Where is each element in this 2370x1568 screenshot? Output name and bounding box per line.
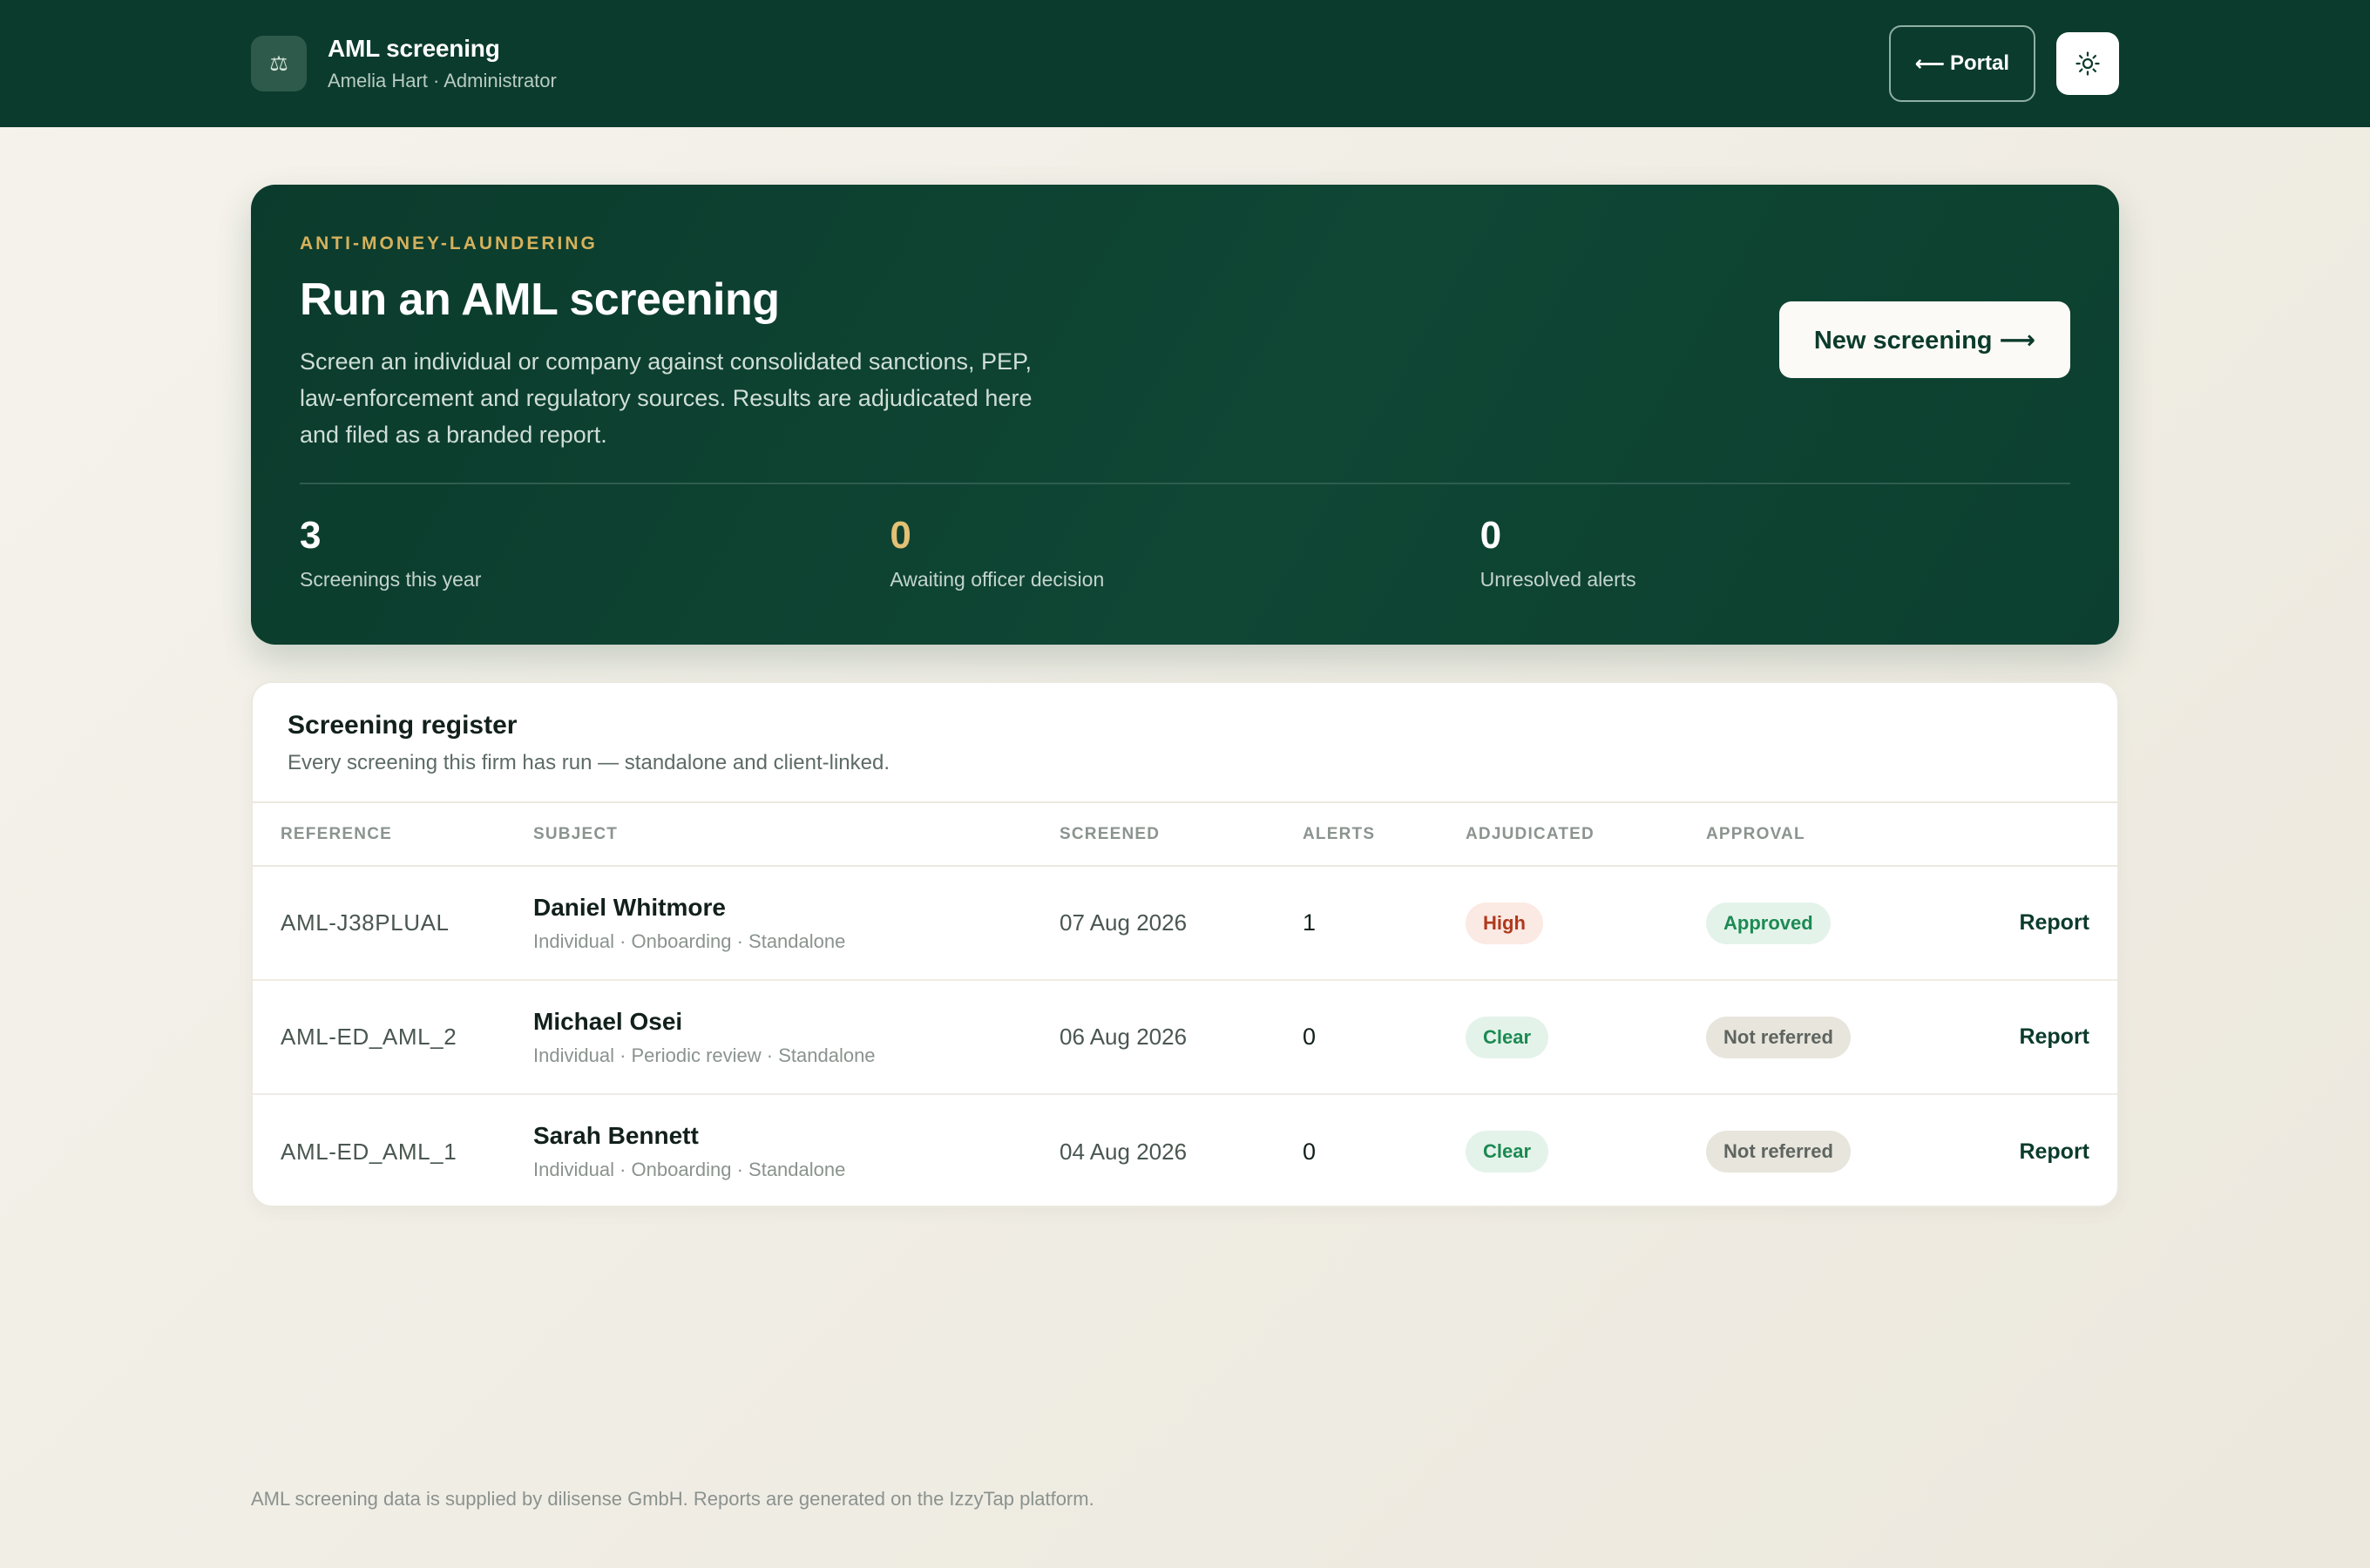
table-row: AML-J38PLUAL Daniel Whitmore Individual … <box>253 866 2117 981</box>
top-bar: ⚖ AML screening Amelia Hart · Administra… <box>0 0 2370 127</box>
stat-awaiting-decision: 0 Awaiting officer decision <box>890 514 1480 591</box>
sun-icon <box>2075 51 2100 76</box>
hero-panel: ANTI-MONEY-LAUNDERING Run an AML screeni… <box>251 185 2119 645</box>
user-role: Amelia Hart · Administrator <box>328 70 557 91</box>
table-row: AML-ED_AML_1 Sarah Bennett Individual · … <box>253 1094 2117 1206</box>
column-header-screened: SCREENED <box>1060 803 1303 867</box>
stat-value: 0 <box>1480 514 1502 557</box>
screened-date: 04 Aug 2026 <box>1060 1138 1188 1165</box>
stat-value: 3 <box>300 514 322 557</box>
portal-button-label: Portal <box>1949 51 2009 75</box>
approval-badge: Not referred <box>1706 1016 1851 1058</box>
stats-row: 3 Screenings this year 0 Awaiting office… <box>300 514 2070 591</box>
column-header-reference: REFERENCE <box>253 803 533 867</box>
reference-cell: AML-ED_AML_2 <box>281 1024 457 1050</box>
reference-cell: AML-ED_AML_1 <box>281 1138 457 1165</box>
hero-description: Screen an individual or company against … <box>300 348 1033 448</box>
screening-register: Screening register Every screening this … <box>251 681 2119 1207</box>
scales-icon: ⚖ <box>251 36 307 91</box>
theme-toggle-button[interactable] <box>2056 32 2119 95</box>
portal-button[interactable]: ⟵ Portal <box>1888 25 2035 102</box>
stat-label: Unresolved alerts <box>1480 568 1636 591</box>
register-subtitle: Every screening this firm has run — stan… <box>288 751 890 774</box>
adjudicated-badge: Clear <box>1466 1131 1549 1173</box>
approval-badge: Approved <box>1706 902 1831 944</box>
reference-cell: AML-J38PLUAL <box>281 909 450 936</box>
column-header-subject: SUBJECT <box>533 803 1060 867</box>
app-title: AML screening <box>328 35 500 62</box>
column-header-adjudicated: ADJUDICATED <box>1466 803 1706 867</box>
alerts-count: 1 <box>1303 909 1317 936</box>
top-actions: ⟵ Portal <box>1888 25 2119 102</box>
alerts-count: 0 <box>1303 1024 1317 1050</box>
subject-name: Daniel Whitmore <box>533 893 726 921</box>
stat-screenings-this-year: 3 Screenings this year <box>300 514 890 591</box>
stat-value: 0 <box>890 514 911 557</box>
stat-unresolved-alerts: 0 Unresolved alerts <box>1480 514 2070 591</box>
adjudicated-badge: Clear <box>1466 1016 1549 1058</box>
footer-note: AML screening data is supplied by dilise… <box>251 1488 1094 1510</box>
report-link[interactable]: Report <box>1967 1139 2117 1165</box>
approval-badge: Not referred <box>1706 1131 1851 1173</box>
screened-date: 06 Aug 2026 <box>1060 1024 1188 1050</box>
alerts-count: 0 <box>1303 1138 1317 1165</box>
subject-name: Michael Osei <box>533 1007 683 1035</box>
arrow-left-icon: ⟵ <box>1914 51 1945 76</box>
brand: ⚖ AML screening Amelia Hart · Administra… <box>251 35 557 92</box>
stat-label: Screenings this year <box>300 568 482 591</box>
table-row: AML-ED_AML_2 Michael Osei Individual · P… <box>253 980 2117 1095</box>
adjudicated-badge: High <box>1466 902 1543 944</box>
brand-text: AML screening Amelia Hart · Administrato… <box>328 35 557 92</box>
column-header-approval: APPROVAL <box>1706 803 1967 867</box>
column-header-alerts: ALERTS <box>1303 803 1466 867</box>
subject-meta: Individual · Onboarding · Standalone <box>533 929 846 952</box>
screened-date: 07 Aug 2026 <box>1060 909 1188 936</box>
register-table: REFERENCE SUBJECT SCREENED ALERTS ADJUDI… <box>253 803 2117 1206</box>
hero-divider <box>300 483 2070 484</box>
subject-meta: Individual · Periodic review · Standalon… <box>533 1044 876 1066</box>
column-header-actions <box>1967 803 2117 867</box>
hero-eyebrow: ANTI-MONEY-LAUNDERING <box>300 233 598 253</box>
new-screening-button[interactable]: New screening ⟶ <box>1779 301 2070 378</box>
register-header: Screening register Every screening this … <box>253 683 2117 803</box>
table-header-row: REFERENCE SUBJECT SCREENED ALERTS ADJUDI… <box>253 803 2117 867</box>
stat-label: Awaiting officer decision <box>890 568 1105 591</box>
subject-meta: Individual · Onboarding · Standalone <box>533 1159 846 1180</box>
report-link[interactable]: Report <box>1967 910 2117 936</box>
register-title: Screening register <box>288 711 518 740</box>
report-link[interactable]: Report <box>1967 1024 2117 1050</box>
subject-name: Sarah Bennett <box>533 1122 699 1149</box>
